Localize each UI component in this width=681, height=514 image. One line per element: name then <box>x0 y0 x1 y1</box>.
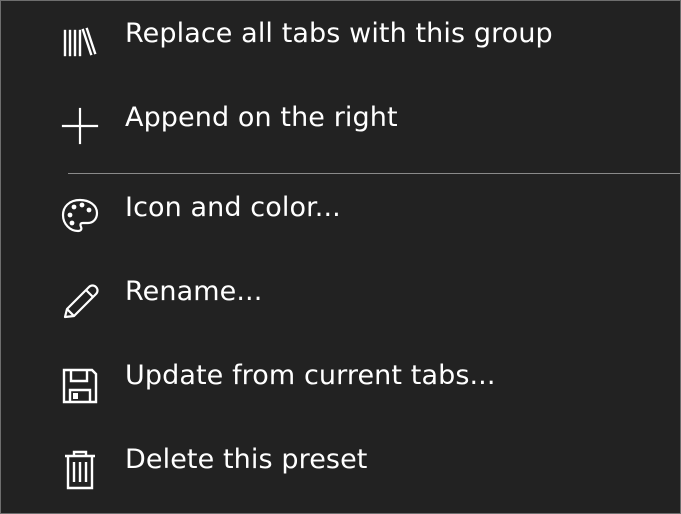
menu-item-replace-all-tabs[interactable]: Replace all tabs with this group <box>1 3 680 63</box>
menu-item-icon-and-color[interactable]: Icon and color... <box>1 177 680 237</box>
save-icon <box>59 365 101 407</box>
menu-item-label: Delete this preset <box>125 444 368 475</box>
library-icon <box>59 21 101 63</box>
trash-icon <box>59 449 101 491</box>
plus-icon <box>59 105 101 147</box>
menu-item-update-from-tabs[interactable]: Update from current tabs... <box>1 345 680 405</box>
menu-item-append-right[interactable]: Append on the right <box>1 87 680 147</box>
menu-item-delete-preset[interactable]: Delete this preset <box>1 429 680 491</box>
pencil-icon <box>59 281 101 323</box>
menu-item-rename[interactable]: Rename... <box>1 261 680 321</box>
menu-item-label: Update from current tabs... <box>125 360 496 391</box>
palette-icon <box>59 195 101 237</box>
menu-separator <box>68 173 680 174</box>
menu-item-label: Rename... <box>125 276 263 307</box>
menu-item-label: Append on the right <box>125 102 398 133</box>
menu-item-label: Replace all tabs with this group <box>125 18 553 49</box>
context-menu: Replace all tabs with this group Append … <box>0 0 681 514</box>
menu-item-label: Icon and color... <box>125 192 341 223</box>
